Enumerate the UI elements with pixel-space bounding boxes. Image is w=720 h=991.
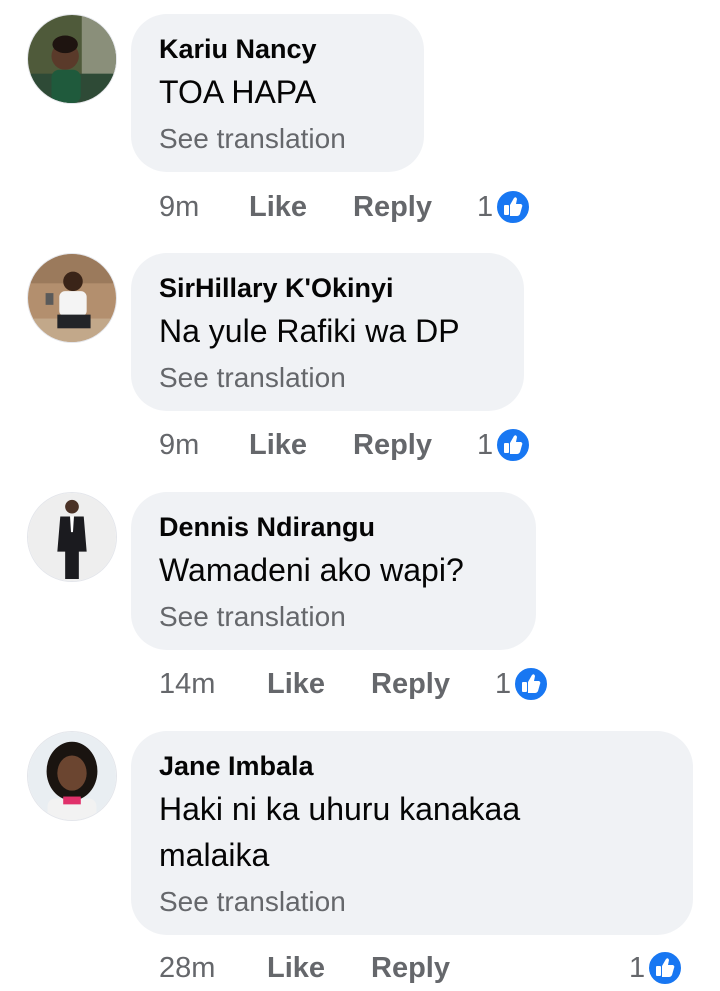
like-button[interactable]: Like [267, 946, 325, 990]
like-icon [647, 950, 684, 986]
reply-button[interactable]: Reply [371, 662, 450, 706]
reaction-summary[interactable]: 1 [629, 946, 684, 990]
comment-bubble[interactable]: SirHillary K'Okinyi Na yule Rafiki wa DP… [131, 253, 524, 411]
comment-author[interactable]: Dennis Ndirangu [159, 510, 508, 544]
comment-actions: 14m Like Reply 1 [159, 662, 699, 706]
comment-author[interactable]: Jane Imbala [159, 749, 665, 783]
comment-text: Wamadeni ako wapi? [159, 552, 464, 588]
reply-button[interactable]: Reply [353, 185, 432, 229]
avatar-photo [28, 493, 116, 581]
avatar[interactable] [27, 731, 117, 821]
comment-actions: 9m Like Reply 1 [159, 185, 699, 229]
reaction-summary[interactable]: 1 [477, 185, 532, 229]
like-icon [495, 189, 532, 225]
comment-bubble[interactable]: Jane Imbala Haki ni ka uhuru kanakaa mal… [131, 731, 693, 935]
comment-time[interactable]: 9m [159, 423, 199, 467]
comment-text: TOA HAPA [159, 74, 317, 110]
comment-author[interactable]: Kariu Nancy [159, 32, 396, 66]
comment-actions: 9m Like Reply 1 [159, 423, 699, 467]
like-button[interactable]: Like [249, 423, 307, 467]
avatar-photo [28, 15, 116, 103]
like-button[interactable]: Like [249, 185, 307, 229]
like-icon [513, 666, 550, 702]
like-icon [495, 427, 532, 463]
reaction-count: 1 [477, 191, 494, 223]
reply-button[interactable]: Reply [371, 946, 450, 990]
like-button[interactable]: Like [267, 662, 325, 706]
comment-bubble[interactable]: Kariu Nancy TOA HAPA See translation [131, 14, 424, 172]
comment-author[interactable]: SirHillary K'Okinyi [159, 271, 496, 305]
see-translation-link[interactable]: See translation [159, 358, 496, 398]
reaction-count: 1 [629, 952, 646, 984]
comment-time[interactable]: 14m [159, 662, 215, 706]
see-translation-link[interactable]: See translation [159, 882, 665, 922]
comment-actions: 28m Like Reply 1 [159, 946, 699, 990]
reaction-count: 1 [477, 429, 494, 461]
reaction-count: 1 [495, 668, 512, 700]
comment-text: Na yule Rafiki wa DP [159, 313, 460, 349]
comment-time[interactable]: 9m [159, 185, 199, 229]
avatar-photo [28, 732, 116, 820]
comment-time[interactable]: 28m [159, 946, 215, 990]
avatar-photo [28, 254, 116, 342]
comment-text: Haki ni ka uhuru kanakaa malaika [159, 791, 521, 873]
reply-button[interactable]: Reply [353, 423, 432, 467]
reaction-summary[interactable]: 1 [495, 662, 550, 706]
comment-bubble[interactable]: Dennis Ndirangu Wamadeni ako wapi? See t… [131, 492, 536, 650]
see-translation-link[interactable]: See translation [159, 597, 508, 637]
see-translation-link[interactable]: See translation [159, 119, 396, 159]
reaction-summary[interactable]: 1 [477, 423, 532, 467]
avatar[interactable] [27, 492, 117, 582]
avatar[interactable] [27, 253, 117, 343]
avatar[interactable] [27, 14, 117, 104]
